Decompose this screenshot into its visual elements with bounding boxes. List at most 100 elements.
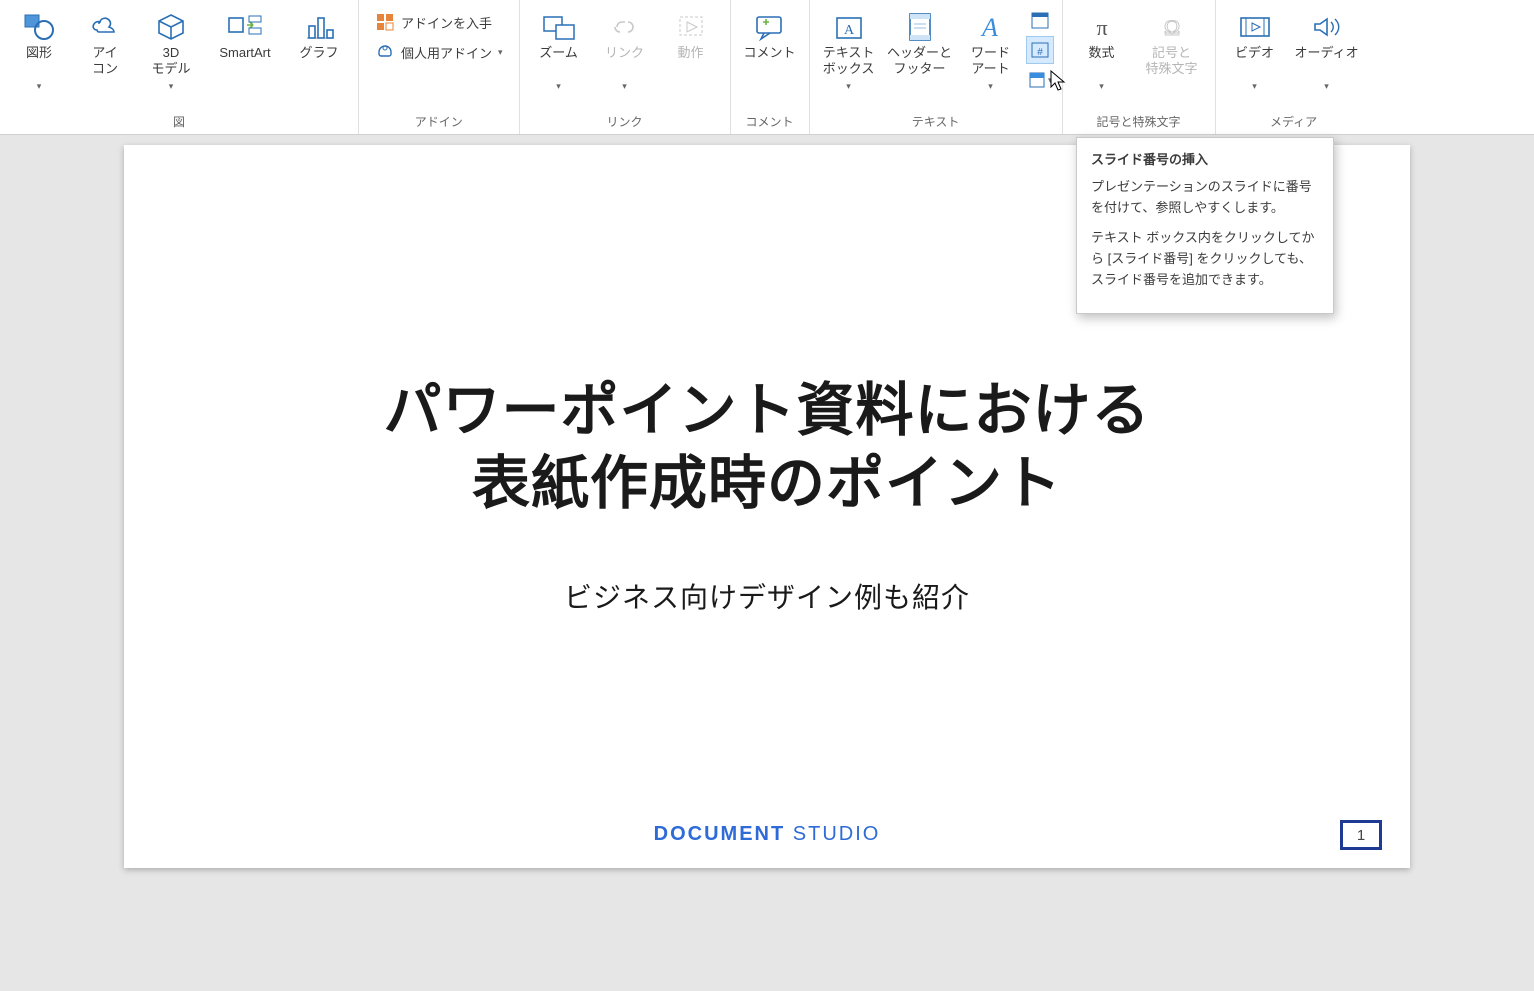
editor-stage: パワーポイント資料における 表紙作成時のポイント ビジネス向けデザイン例も紹介 … [0, 135, 1534, 991]
chart-label: グラフ [299, 45, 338, 79]
cube-icon [155, 9, 187, 45]
svg-text:A: A [843, 23, 854, 38]
chevron-down-icon: ▾ [169, 81, 174, 92]
comment-label: コメント [744, 45, 796, 79]
svg-text:π: π [1096, 15, 1107, 40]
action-label: 動作 [678, 45, 704, 79]
chevron-down-icon: ▾ [498, 47, 503, 58]
group-links-label: リンク [528, 111, 722, 134]
video-icon [1238, 9, 1272, 45]
slide-subtitle[interactable]: ビジネス向けデザイン例も紹介 [564, 576, 970, 616]
header-footer-label: ヘッダーと フッター [887, 45, 952, 79]
smartart-icon [227, 9, 263, 45]
group-illustrations: 図形 ▾ アイ コン 3D モデル ▾ SmartArt [0, 0, 359, 134]
zoom-label: ズーム [539, 45, 578, 79]
textbox-button[interactable]: A テキスト ボックス ▾ [818, 4, 880, 97]
chevron-down-icon: ▾ [622, 81, 627, 92]
my-addins-icon [375, 42, 395, 62]
group-addins: アドインを入手 個人用アドイン ▾ アドイン [359, 0, 520, 134]
comment-button[interactable]: コメント [739, 4, 801, 84]
action-icon [677, 9, 705, 45]
zoom-button[interactable]: ズーム ▾ [528, 4, 590, 97]
wordart-icon: A [976, 9, 1006, 45]
equation-label: 数式 [1089, 45, 1115, 79]
link-button: リンク ▾ [594, 4, 656, 97]
group-comments: コメント コメント [731, 0, 810, 134]
chevron-down-icon: ▾ [556, 81, 561, 92]
text-mini-column: # ▾ [1026, 4, 1054, 94]
group-symbols-label: 記号と特殊文字 [1071, 111, 1207, 134]
3d-models-button[interactable]: 3D モデル ▾ [140, 4, 202, 97]
comment-icon [754, 9, 786, 45]
link-label: リンク [605, 45, 644, 79]
header-footer-button[interactable]: ヘッダーと フッター [884, 4, 956, 84]
audio-label: オーディオ [1295, 45, 1359, 79]
wordart-label: ワード アート [971, 45, 1010, 79]
store-icon [375, 12, 395, 32]
smartart-button[interactable]: SmartArt [206, 4, 284, 84]
group-media-label: メディア [1224, 111, 1364, 134]
chevron-down-icon: ▾ [988, 81, 993, 92]
textbox-icon: A [834, 9, 864, 45]
chart-icon [303, 9, 335, 45]
audio-button[interactable]: オーディオ ▾ [1290, 4, 1364, 97]
slide-number-icon: # [1030, 40, 1050, 60]
slide-title[interactable]: パワーポイント資料における 表紙作成時のポイント [383, 375, 1150, 520]
icons-button[interactable]: アイ コン [74, 4, 136, 84]
slide-number-button[interactable]: # [1026, 36, 1054, 64]
shapes-button[interactable]: 図形 ▾ [8, 4, 70, 97]
group-links: ズーム ▾ リンク ▾ 動作 リンク [520, 0, 731, 134]
slide-logo: DOCUMENT STUDIO [654, 823, 881, 846]
video-button[interactable]: ビデオ ▾ [1224, 4, 1286, 97]
audio-icon [1311, 9, 1343, 45]
symbol-button: Ω 記号と 特殊文字 [1137, 4, 1207, 84]
duck-icon [89, 9, 121, 45]
chevron-down-icon: ▾ [37, 81, 42, 92]
group-comments-label: コメント [739, 111, 801, 134]
get-addins-label: アドインを入手 [401, 13, 492, 32]
ribbon: 図形 ▾ アイ コン 3D モデル ▾ SmartArt [0, 0, 1534, 135]
action-button: 動作 [660, 4, 722, 84]
symbol-label: 記号と 特殊文字 [1146, 45, 1198, 79]
get-addins-button[interactable]: アドインを入手 [371, 10, 507, 34]
shapes-label: 図形 [26, 45, 52, 79]
3d-models-label: 3D モデル [151, 45, 190, 79]
wordart-button[interactable]: A ワード アート ▾ [960, 4, 1022, 97]
header-footer-icon [906, 9, 934, 45]
chevron-down-icon: ▾ [1048, 75, 1053, 86]
svg-text:Ω: Ω [1163, 15, 1179, 40]
object-icon [1027, 70, 1046, 90]
slide-logo-thin: STUDIO [785, 823, 880, 845]
svg-text:#: # [1037, 47, 1043, 58]
tooltip-paragraph-1: プレゼンテーションのスライドに番号を付けて、参照しやすくします。 [1091, 177, 1319, 219]
group-text: A テキスト ボックス ▾ ヘッダーと フッター A ワード アート ▾ [810, 0, 1063, 134]
chevron-down-icon: ▾ [1252, 81, 1257, 92]
equation-icon: π [1087, 9, 1117, 45]
object-button[interactable]: ▾ [1026, 66, 1054, 94]
slide-page-number-value: 1 [1357, 827, 1365, 844]
tooltip-paragraph-2: テキスト ボックス内をクリックしてから [スライド番号] をクリックしても、スラ… [1091, 228, 1319, 290]
my-addins-button[interactable]: 個人用アドイン ▾ [371, 40, 507, 64]
icons-label: アイ コン [92, 45, 118, 79]
zoom-icon [542, 9, 576, 45]
equation-button[interactable]: π 数式 ▾ [1071, 4, 1133, 97]
textbox-label: テキスト ボックス [823, 45, 875, 79]
svg-text:A: A [980, 13, 998, 42]
date-time-button[interactable] [1026, 6, 1054, 34]
my-addins-label: 個人用アドイン [401, 43, 492, 62]
chart-button[interactable]: グラフ [288, 4, 350, 84]
video-label: ビデオ [1235, 45, 1274, 79]
group-text-label: テキスト [818, 111, 1054, 134]
link-icon [610, 9, 640, 45]
group-symbols: π 数式 ▾ Ω 記号と 特殊文字 記号と特殊文字 [1063, 0, 1216, 134]
group-addins-label: アドイン [367, 111, 511, 134]
chevron-down-icon: ▾ [1099, 81, 1104, 92]
chevron-down-icon: ▾ [1324, 81, 1329, 92]
date-time-icon [1030, 10, 1050, 30]
shapes-icon [22, 9, 56, 45]
slide-page-number[interactable]: 1 [1340, 820, 1382, 850]
symbol-icon: Ω [1157, 9, 1187, 45]
tooltip-title: スライド番号の挿入 [1091, 150, 1319, 171]
chevron-down-icon: ▾ [846, 81, 851, 92]
tooltip-slide-number: スライド番号の挿入 プレゼンテーションのスライドに番号を付けて、参照しやすくしま… [1076, 137, 1334, 314]
